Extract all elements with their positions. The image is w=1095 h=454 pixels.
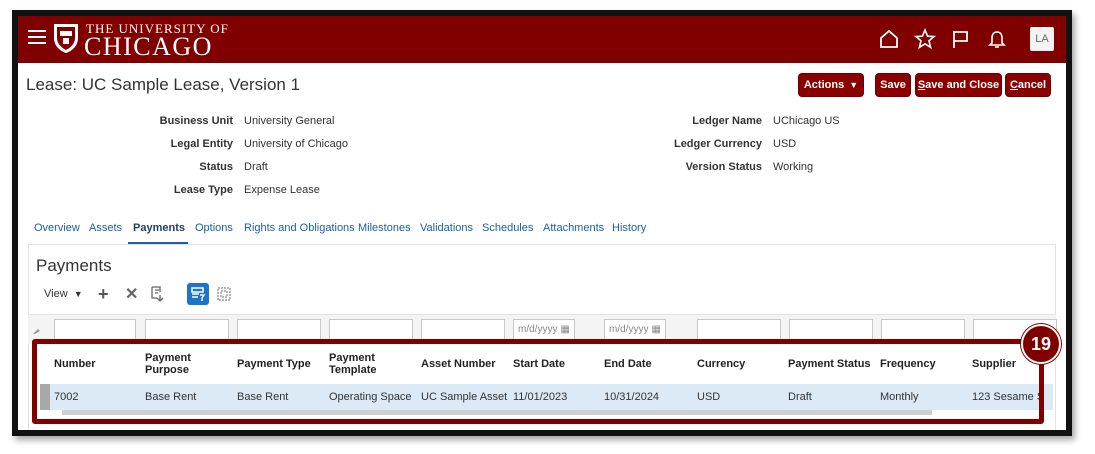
business-unit-value: University General	[244, 115, 335, 127]
home-icon[interactable]	[878, 28, 900, 50]
tab-validations[interactable]: Validations	[420, 222, 473, 234]
payment-status-filter[interactable]	[789, 319, 873, 341]
business-unit-label: Business Unit	[159, 115, 233, 127]
number-filter[interactable]	[54, 319, 136, 341]
legal-entity-label: Legal Entity	[170, 138, 233, 150]
cell-payment-type: Base Rent	[237, 391, 289, 403]
app-window: THE UNIVERSITY OF CHICAGO LA Lease: UC S…	[12, 10, 1072, 436]
avatar[interactable]: LA	[1030, 27, 1054, 51]
flag-icon[interactable]	[950, 28, 972, 50]
filter-row: m/d/yyyy ▦ m/d/yyyy ▦	[28, 314, 1057, 344]
ledger-currency-value: USD	[773, 138, 797, 150]
ledger-name-value: UChicago US	[773, 115, 840, 127]
delete-icon[interactable]: ✕	[125, 284, 138, 304]
cell-end-date: 10/31/2024	[604, 391, 660, 403]
cell-frequency: Monthly	[880, 391, 919, 403]
filter-icon	[191, 287, 206, 301]
lease-type-value: Expense Lease	[244, 184, 320, 196]
cell-payment-purpose: Base Rent	[145, 391, 197, 403]
view-menu[interactable]: View ▼	[44, 288, 83, 300]
tab-overview[interactable]: Overview	[34, 222, 80, 234]
end-date-placeholder: m/d/yyyy	[609, 324, 649, 335]
cell-payment-status: Draft	[788, 391, 812, 403]
chevron-down-icon: ▼	[849, 80, 859, 90]
col-payment-template[interactable]: Payment Template	[329, 352, 399, 376]
export-icon[interactable]	[151, 286, 165, 302]
view-label: View	[44, 288, 68, 300]
start-date-placeholder: m/d/yyyy	[518, 324, 558, 335]
version-status-value: Working	[773, 161, 814, 173]
cell-payment-template: Operating Space	[329, 391, 412, 403]
version-status-label: Version Status	[685, 161, 762, 173]
ledger-currency-label: Ledger Currency	[673, 138, 762, 150]
currency-filter[interactable]	[697, 319, 781, 341]
actions-label: Actions	[803, 79, 845, 91]
frequency-filter[interactable]	[881, 319, 965, 341]
tab-history[interactable]: History	[612, 222, 646, 234]
tab-assets[interactable]: Assets	[89, 222, 122, 234]
legal-entity-value: University of Chicago	[244, 138, 348, 150]
actions-button[interactable]: Actions ▼	[798, 73, 864, 97]
callout-step-badge: 19	[1021, 324, 1061, 364]
col-end-date[interactable]: End Date	[604, 358, 652, 370]
chevron-down-icon: ▼	[73, 289, 83, 299]
detach-icon[interactable]	[216, 286, 232, 302]
status-value: Draft	[244, 161, 268, 173]
col-currency[interactable]: Currency	[697, 358, 745, 370]
horizontal-scrollbar[interactable]	[62, 410, 932, 415]
tab-milestones[interactable]: Milestones	[358, 222, 411, 234]
lease-type-label: Lease Type	[173, 184, 233, 196]
tab-rights-and-obligations[interactable]: Rights and Obligations	[244, 222, 355, 234]
asset-number-filter[interactable]	[421, 319, 505, 341]
payment-purpose-filter[interactable]	[145, 319, 229, 341]
col-number[interactable]: Number	[54, 358, 96, 370]
col-start-date[interactable]: Start Date	[513, 358, 565, 370]
save-button[interactable]: Save	[875, 73, 911, 97]
save-and-close-label: Save and Close	[917, 79, 1000, 91]
clear-filter-icon[interactable]	[32, 325, 42, 335]
save-and-close-button[interactable]: Save and Close	[915, 73, 1002, 97]
cell-start-date: 11/01/2023	[513, 391, 568, 403]
cancel-label: Cancel	[1009, 79, 1047, 91]
star-icon[interactable]	[914, 28, 936, 50]
tab-schedules[interactable]: Schedules	[482, 222, 533, 234]
col-payment-type[interactable]: Payment Type	[237, 358, 311, 370]
start-date-filter[interactable]: m/d/yyyy ▦	[513, 319, 575, 341]
calendar-icon[interactable]: ▦	[651, 324, 660, 335]
row-selector[interactable]	[40, 384, 50, 410]
cell-currency: USD	[697, 391, 721, 403]
cell-asset-number: UC Sample Asset	[421, 391, 508, 403]
add-icon[interactable]: +	[98, 284, 109, 305]
status-label: Status	[199, 161, 233, 173]
university-name: CHICAGO	[84, 32, 213, 61]
col-supplier[interactable]: Supplier	[972, 358, 1016, 370]
cell-number: 7002	[54, 391, 79, 403]
col-payment-purpose[interactable]: Payment Purpose	[145, 352, 215, 376]
col-frequency[interactable]: Frequency	[880, 358, 936, 370]
tab-attachments[interactable]: Attachments	[543, 222, 604, 234]
col-payment-status[interactable]: Payment Status	[788, 358, 871, 370]
col-asset-number[interactable]: Asset Number	[421, 358, 496, 370]
menu-icon[interactable]	[28, 30, 46, 44]
ledger-name-label: Ledger Name	[692, 115, 762, 127]
tab-options[interactable]: Options	[195, 222, 233, 234]
payment-template-filter[interactable]	[329, 319, 413, 341]
save-label: Save	[880, 79, 906, 91]
page-title: Lease: UC Sample Lease, Version 1	[26, 75, 301, 94]
cancel-button[interactable]: Cancel	[1005, 73, 1051, 97]
bell-icon[interactable]	[986, 28, 1008, 50]
top-bar: THE UNIVERSITY OF CHICAGO LA	[18, 16, 1066, 63]
tab-payments[interactable]: Payments	[133, 222, 185, 234]
cell-supplier: 123 Sesame St	[972, 391, 1042, 403]
payment-type-filter[interactable]	[237, 319, 321, 341]
end-date-filter[interactable]: m/d/yyyy ▦	[604, 319, 666, 341]
calendar-icon[interactable]: ▦	[560, 324, 569, 335]
payments-section-title: Payments	[36, 256, 112, 275]
university-shield-icon	[54, 24, 78, 53]
query-by-example-icon[interactable]	[187, 283, 209, 305]
